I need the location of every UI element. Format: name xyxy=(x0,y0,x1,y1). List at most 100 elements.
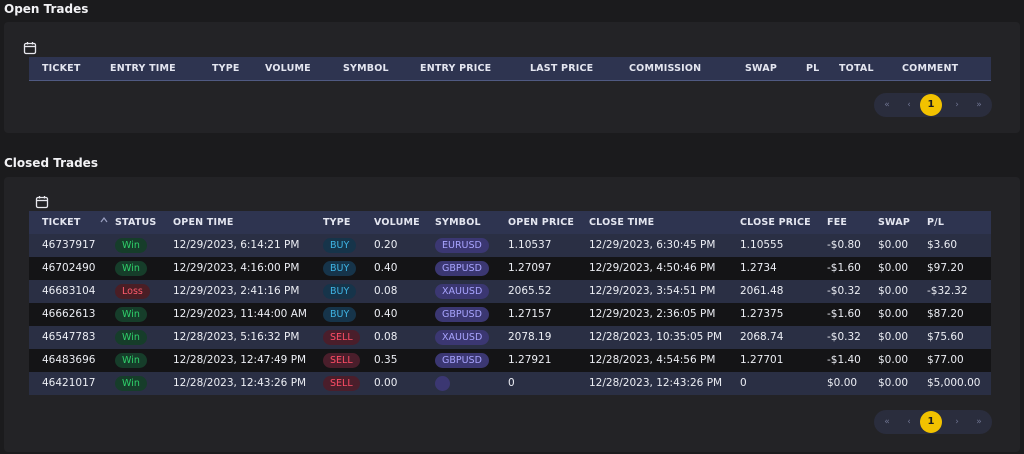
col-entry-price[interactable]: ENTRY PRICE xyxy=(420,57,491,80)
col-volume[interactable]: VOLUME xyxy=(265,57,311,80)
ticket-cell: 46421017 xyxy=(42,377,96,389)
status-badge: Win xyxy=(115,307,147,322)
col-ticket[interactable]: TICKET xyxy=(42,57,81,80)
type-badge: SELL xyxy=(323,353,360,368)
close-time-cell: 12/29/2023, 6:30:45 PM xyxy=(589,239,716,251)
type-badge: SELL xyxy=(323,376,360,391)
open-price-cell: 1.27097 xyxy=(508,262,552,274)
pl-cell: $97.20 xyxy=(927,262,964,274)
ticket-cell: 46683104 xyxy=(42,285,96,297)
fee-cell: -$1.60 xyxy=(827,308,861,320)
close-price-cell: 1.27701 xyxy=(740,354,784,366)
last-page-button[interactable]: » xyxy=(972,410,986,434)
next-page-button[interactable]: › xyxy=(950,93,964,117)
prev-page-button[interactable]: ‹ xyxy=(902,93,916,117)
col-close-time[interactable]: CLOSE TIME xyxy=(589,211,654,234)
fee-cell: $0.00 xyxy=(827,377,858,389)
table-row[interactable]: 46547783 Win 12/28/2023, 5:16:32 PM SELL… xyxy=(29,326,991,349)
close-time-cell: 12/28/2023, 4:54:56 PM xyxy=(589,354,716,366)
current-page-button[interactable]: 1 xyxy=(920,94,942,116)
open-trades-title: Open Trades xyxy=(4,2,89,16)
table-row[interactable]: 46683104 Loss 12/29/2023, 2:41:16 PM BUY… xyxy=(29,280,991,303)
col-last-price[interactable]: LAST PRICE xyxy=(530,57,593,80)
status-badge: Win xyxy=(115,376,147,391)
pl-cell: -$32.32 xyxy=(927,285,968,297)
col-pl[interactable]: PL xyxy=(806,57,819,80)
col-symbol[interactable]: SYMBOL xyxy=(435,211,481,234)
symbol-badge: XAUUSD xyxy=(435,284,490,299)
col-open-time[interactable]: OPEN TIME xyxy=(173,211,234,234)
table-row[interactable]: 46737917 Win 12/29/2023, 6:14:21 PM BUY … xyxy=(29,234,991,257)
col-ticket[interactable]: TICKET xyxy=(42,211,81,234)
open-price-cell: 0 xyxy=(508,377,515,389)
ticket-cell: 46737917 xyxy=(42,239,96,251)
pl-cell: $87.20 xyxy=(927,308,964,320)
table-row[interactable]: 46662613 Win 12/29/2023, 11:44:00 AM BUY… xyxy=(29,303,991,326)
volume-cell: 0.00 xyxy=(374,377,398,389)
open-trades-pagination: « ‹ 1 › » xyxy=(874,93,992,117)
open-price-cell: 2078.19 xyxy=(508,331,552,343)
swap-cell: $0.00 xyxy=(878,285,909,297)
pl-cell: $5,000.00 xyxy=(927,377,981,389)
close-time-cell: 12/29/2023, 2:36:05 PM xyxy=(589,308,716,320)
last-page-button[interactable]: » xyxy=(972,93,986,117)
col-swap[interactable]: SWAP xyxy=(878,211,910,234)
col-fee[interactable]: FEE xyxy=(827,211,847,234)
fee-cell: -$1.40 xyxy=(827,354,861,366)
symbol-badge: EURUSD xyxy=(435,238,489,253)
col-symbol[interactable]: SYMBOL xyxy=(343,57,389,80)
calendar-icon[interactable] xyxy=(23,41,37,55)
open-price-cell: 1.27921 xyxy=(508,354,552,366)
col-commission[interactable]: COMMISSION xyxy=(629,57,701,80)
open-time-cell: 12/28/2023, 12:47:49 PM xyxy=(173,354,307,366)
swap-cell: $0.00 xyxy=(878,239,909,251)
symbol-badge: XAUUSD xyxy=(435,330,490,345)
col-pl[interactable]: P/L xyxy=(927,211,944,234)
open-time-cell: 12/28/2023, 5:16:32 PM xyxy=(173,331,300,343)
sort-icon[interactable] xyxy=(100,216,108,224)
close-price-cell: 1.2734 xyxy=(740,262,777,274)
table-row[interactable]: 46483696 Win 12/28/2023, 12:47:49 PM SEL… xyxy=(29,349,991,372)
open-price-cell: 2065.52 xyxy=(508,285,552,297)
open-time-cell: 12/29/2023, 4:16:00 PM xyxy=(173,262,300,274)
prev-page-button[interactable]: ‹ xyxy=(902,410,916,434)
ticket-cell: 46662613 xyxy=(42,308,96,320)
open-time-cell: 12/29/2023, 6:14:21 PM xyxy=(173,239,300,251)
col-total[interactable]: TOTAL xyxy=(839,57,874,80)
first-page-button[interactable]: « xyxy=(880,93,894,117)
symbol-badge: GBPUSD xyxy=(435,307,489,322)
fee-cell: -$0.32 xyxy=(827,331,861,343)
col-entry-time[interactable]: ENTRY TIME xyxy=(110,57,176,80)
first-page-button[interactable]: « xyxy=(880,410,894,434)
status-badge: Win xyxy=(115,330,147,345)
current-page-button[interactable]: 1 xyxy=(920,411,942,433)
open-price-cell: 1.10537 xyxy=(508,239,552,251)
close-time-cell: 12/28/2023, 12:43:26 PM xyxy=(589,377,723,389)
table-row[interactable]: 46702490 Win 12/29/2023, 4:16:00 PM BUY … xyxy=(29,257,991,280)
swap-cell: $0.00 xyxy=(878,262,909,274)
open-time-cell: 12/29/2023, 11:44:00 AM xyxy=(173,308,307,320)
col-comment[interactable]: COMMENT xyxy=(902,57,958,80)
col-type[interactable]: TYPE xyxy=(212,57,240,80)
col-type[interactable]: TYPE xyxy=(323,211,351,234)
table-row[interactable]: 46421017 Win 12/28/2023, 12:43:26 PM SEL… xyxy=(29,372,991,395)
fee-cell: -$0.32 xyxy=(827,285,861,297)
volume-cell: 0.40 xyxy=(374,262,398,274)
swap-cell: $0.00 xyxy=(878,308,909,320)
symbol-badge xyxy=(435,376,450,391)
col-close-price[interactable]: CLOSE PRICE xyxy=(740,211,811,234)
next-page-button[interactable]: › xyxy=(950,410,964,434)
calendar-icon[interactable] xyxy=(35,195,49,209)
closed-trades-title: Closed Trades xyxy=(4,156,98,170)
pl-cell: $75.60 xyxy=(927,331,964,343)
volume-cell: 0.40 xyxy=(374,308,398,320)
col-swap[interactable]: SWAP xyxy=(745,57,777,80)
status-badge: Win xyxy=(115,261,147,276)
open-trades-header: TICKET ENTRY TIME TYPE VOLUME SYMBOL ENT… xyxy=(29,57,991,81)
open-price-cell: 1.27157 xyxy=(508,308,552,320)
col-open-price[interactable]: OPEN PRICE xyxy=(508,211,574,234)
ticket-cell: 46547783 xyxy=(42,331,96,343)
col-volume[interactable]: VOLUME xyxy=(374,211,420,234)
col-status[interactable]: STATUS xyxy=(115,211,156,234)
fee-cell: -$0.80 xyxy=(827,239,861,251)
